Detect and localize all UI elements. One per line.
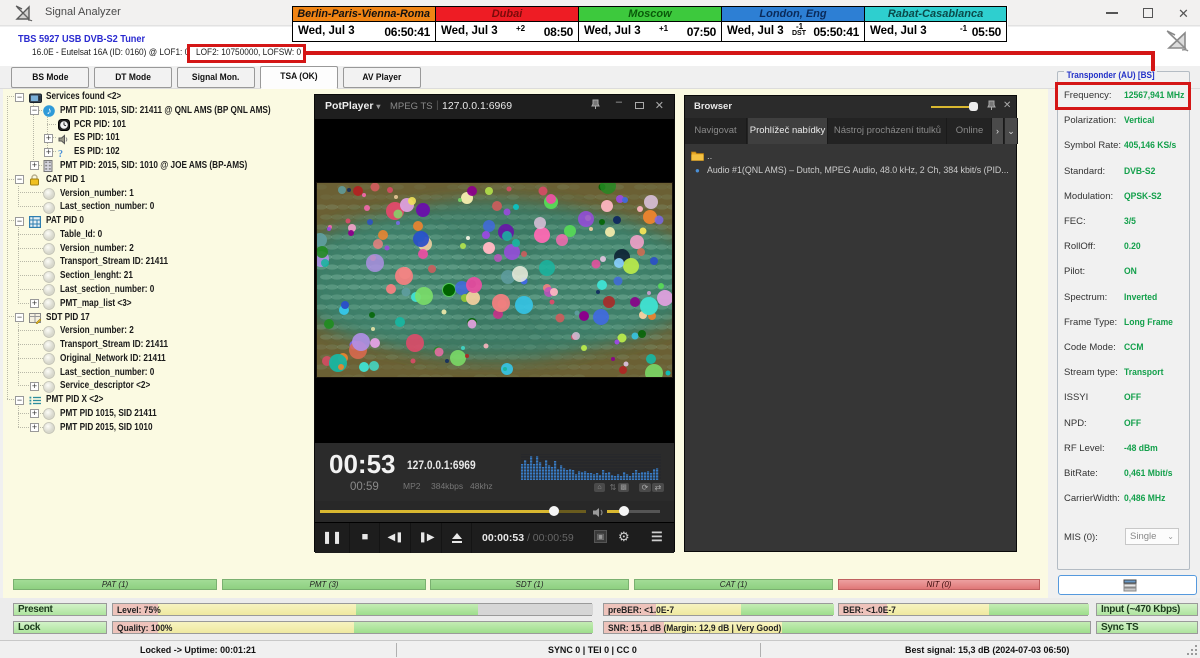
svg-text:♪: ♪ — [47, 106, 52, 117]
